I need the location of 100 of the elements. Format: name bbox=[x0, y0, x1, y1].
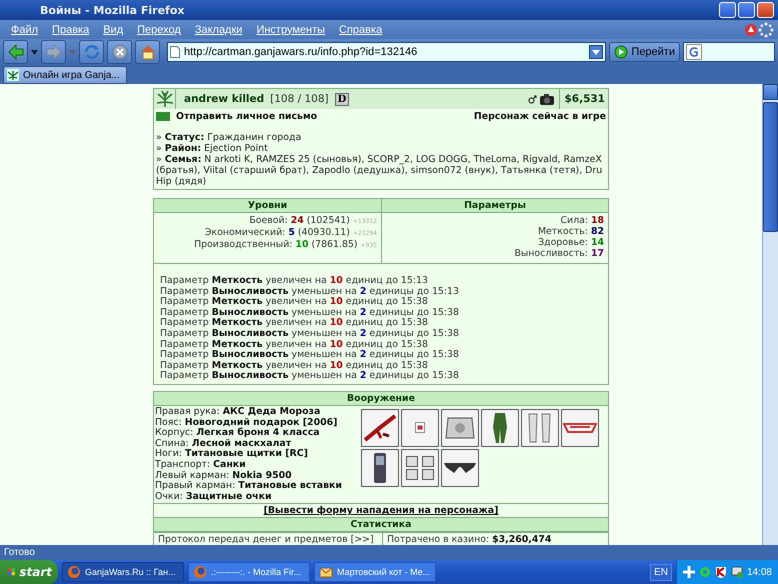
status-text: Готово bbox=[0, 545, 778, 560]
envelope-icon bbox=[319, 565, 333, 579]
scrollbar-thumb[interactable] bbox=[763, 102, 778, 232]
item-slot[interactable] bbox=[401, 448, 439, 487]
monitor-icon[interactable] bbox=[730, 566, 743, 578]
effect-text: Параметр Выносливость уменьшен на 2 единицы до 15:38 bbox=[160, 328, 460, 340]
inserts-drawing bbox=[406, 456, 434, 480]
transfer-log-link[interactable]: Протокол передач денег и предметов [>>] bbox=[154, 533, 382, 545]
camo-suit-drawing bbox=[493, 412, 507, 443]
parameter-text: Выносливость: 17 bbox=[513, 248, 604, 259]
item-slot[interactable] bbox=[361, 448, 399, 487]
search-engine-icon bbox=[686, 44, 702, 60]
menu-item[interactable]: Закладки bbox=[188, 24, 250, 36]
page-icon bbox=[170, 46, 180, 58]
home-icon bbox=[138, 43, 156, 61]
menu-item[interactable]: Справка bbox=[332, 24, 390, 36]
parameter-text: Меткость: 82 bbox=[536, 226, 604, 237]
effect-text: Параметр Меткость увеличен на 10 единиц до 15:38 bbox=[160, 340, 429, 350]
equipment-text: Корпус: Легкая броня 4 класса bbox=[155, 428, 321, 438]
equipment-text: Очки: Защитные очки bbox=[155, 492, 273, 502]
info-text: » Семья: N arkoti K, RAMZES 25 (сыновья), SCORP_2, LOG DOGG, TheLoma, Rigvald, RamzeX (братья), Viital (старший брат), Zapodlo (дедушка), simson072 (внук), Татьянка (тетя), Dru Hip (дядя) bbox=[156, 154, 604, 187]
language-indicator[interactable]: EN bbox=[650, 564, 672, 580]
restore-button[interactable] bbox=[738, 2, 755, 18]
effect-text: Параметр Выносливость уменьшен на 2 единицы до 15:38 bbox=[160, 308, 460, 318]
money-amount: $6,531 bbox=[563, 92, 606, 107]
sunglasses-drawing bbox=[444, 462, 476, 473]
health-text: [108 / 108] bbox=[270, 93, 329, 105]
throbber-icon bbox=[758, 22, 774, 38]
equipment-text: Спина: Лесной маскхалат bbox=[155, 438, 292, 449]
scroll-up-button[interactable] bbox=[763, 84, 778, 100]
globe-icon bbox=[67, 565, 81, 579]
broken-image-icon bbox=[415, 422, 425, 434]
sled-drawing bbox=[563, 422, 597, 433]
effect-text: Параметр Меткость увеличен на 10 единиц до 15:13 bbox=[160, 276, 429, 287]
window-title: Войны - Mozilla Firefox bbox=[40, 4, 186, 16]
male-symbol-icon bbox=[528, 94, 537, 104]
item-slot[interactable] bbox=[361, 408, 399, 447]
taskbar-button[interactable]: .:--------:. - Mozilla Fir... bbox=[188, 562, 310, 582]
character-name[interactable]: andrew killed bbox=[184, 93, 264, 105]
equipment-text: Ноги: Титановые щитки [RC] bbox=[155, 449, 309, 460]
menu-item[interactable]: Файл bbox=[4, 24, 46, 36]
item-slot[interactable] bbox=[441, 448, 479, 487]
address-field[interactable]: http://cartman.ganjawars.ru/info.php?id=132146 bbox=[167, 42, 606, 62]
phone-drawing bbox=[374, 452, 386, 483]
rank-badge: D bbox=[334, 92, 350, 106]
play-icon bbox=[614, 45, 628, 59]
browser-tab[interactable]: Онлайн игра Ganja... bbox=[3, 66, 127, 84]
item-slot[interactable] bbox=[481, 408, 519, 447]
effect-text: Параметр Меткость увеличен на 10 единиц до 15:38 bbox=[160, 297, 429, 308]
message-link[interactable]: Отправить личное письмо bbox=[176, 111, 318, 122]
go-button[interactable]: Перейти bbox=[609, 42, 680, 62]
menu-item[interactable]: Вид bbox=[96, 24, 130, 36]
menu-item[interactable]: Правка bbox=[45, 24, 96, 36]
search-field[interactable] bbox=[683, 42, 775, 62]
stop-button[interactable] bbox=[107, 40, 132, 64]
back-button[interactable] bbox=[3, 40, 28, 64]
clock-text: 14:08 bbox=[746, 566, 772, 578]
globe-icon bbox=[193, 565, 207, 579]
item-slot[interactable] bbox=[441, 408, 479, 447]
parameter-text: Сила: 18 bbox=[559, 215, 604, 226]
leaf-icon bbox=[156, 90, 174, 108]
section-header: Параметры bbox=[382, 199, 608, 213]
shield-icon[interactable] bbox=[714, 566, 727, 578]
envelope-icon bbox=[156, 112, 170, 121]
rifle-drawing bbox=[364, 414, 396, 442]
close-button[interactable] bbox=[757, 2, 774, 18]
section-header: Уровни bbox=[154, 199, 381, 213]
camera-icon bbox=[539, 92, 555, 106]
equipment-text: Правый карман: Титановые вставки bbox=[155, 481, 343, 492]
home-button[interactable] bbox=[135, 40, 160, 64]
minimize-button[interactable] bbox=[719, 2, 736, 18]
reload-icon bbox=[82, 43, 100, 61]
equipment-text: Правая рука: АКС Деда Мороза bbox=[155, 406, 322, 418]
item-slot[interactable] bbox=[521, 408, 559, 447]
taskbar-button[interactable]: Мартовский кот - Ме... bbox=[314, 562, 436, 582]
taskbar-button[interactable]: GanjaWars.Ru :: Ган... bbox=[62, 562, 184, 582]
stop-icon bbox=[110, 43, 128, 61]
caret-icon[interactable] bbox=[31, 50, 38, 54]
info-text: » Статус: Гражданин города bbox=[156, 132, 302, 143]
equipment-text: Транспорт: Санки bbox=[155, 460, 247, 470]
start-button[interactable]: start bbox=[0, 560, 58, 584]
section-header: Вооружение bbox=[154, 392, 608, 406]
info-text: » Район: Ejection Point bbox=[156, 143, 269, 154]
leaf-icon bbox=[7, 69, 19, 81]
menu-item[interactable]: Переход bbox=[130, 24, 188, 36]
leg-guards-drawing bbox=[528, 412, 552, 443]
item-slot[interactable] bbox=[401, 408, 439, 447]
online-status: Персонаж сейчас в игре bbox=[474, 111, 606, 122]
section-header: Статистика bbox=[154, 517, 608, 532]
attack-form-link[interactable]: [Вывести форму нападения на персонажа] bbox=[264, 505, 498, 516]
effect-text: Параметр Меткость увеличен на 10 единиц до 15:38 bbox=[160, 318, 429, 329]
parameter-text: Здоровье: 14 bbox=[537, 237, 604, 248]
equipment-text: Левый карман: Nokia 9500 bbox=[155, 470, 293, 480]
effect-text: Параметр Выносливость уменьшен на 2 единицы до 15:38 bbox=[160, 371, 460, 382]
dropdown-icon[interactable] bbox=[589, 45, 604, 59]
menu-item[interactable]: Инструменты bbox=[249, 24, 332, 36]
forward-button[interactable] bbox=[41, 40, 66, 64]
forward-icon bbox=[44, 43, 62, 61]
item-slot[interactable] bbox=[561, 408, 599, 447]
armor-drawing bbox=[445, 416, 475, 439]
